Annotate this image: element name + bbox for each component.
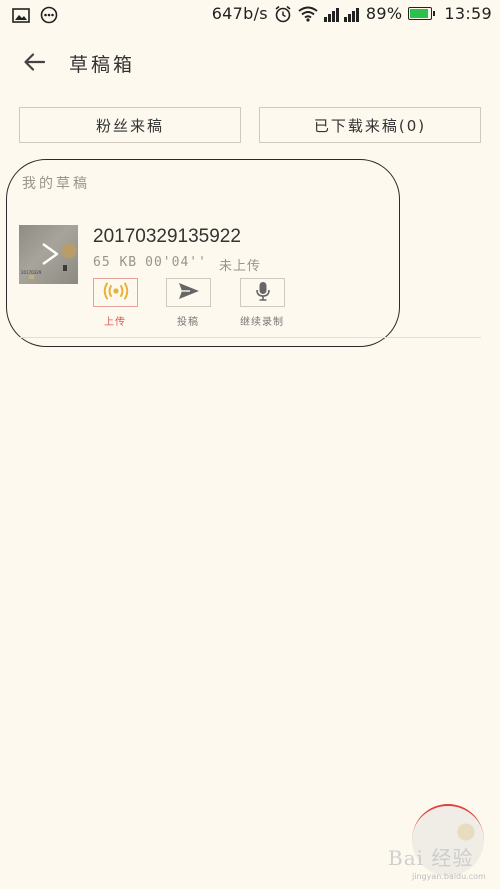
section-title-my-drafts: 我的草稿 <box>22 176 90 192</box>
thumbnail-decoration <box>29 275 34 279</box>
play-icon <box>41 242 59 270</box>
net-speed: 647b/s <box>211 4 268 23</box>
microphone-icon <box>255 281 271 305</box>
page-title: 草稿箱 <box>69 54 136 76</box>
wifi-icon <box>298 6 318 22</box>
submit-button[interactable] <box>166 278 211 307</box>
battery-percent: 89% <box>365 4 403 23</box>
tab-downloaded-submissions[interactable]: 已下载来稿(0) <box>259 107 481 143</box>
clock: 13:59 <box>444 4 492 23</box>
submit-label: 投稿 <box>177 317 199 328</box>
watermark-url: jingyan.baidu.com <box>412 872 486 881</box>
image-icon <box>12 7 30 27</box>
broadcast-icon <box>102 282 130 304</box>
thumbnail-caption: 20170329 <box>21 270 42 275</box>
battery-icon <box>408 7 436 20</box>
divider <box>19 337 481 338</box>
status-right: 647b/s 89% 13:59 <box>212 4 492 23</box>
draft-duration: 00'04'' <box>145 255 207 270</box>
header: 草稿箱 <box>0 30 500 96</box>
draft-name: 20170329135922 <box>93 226 241 247</box>
draft-thumbnail[interactable]: 20170329 <box>19 225 78 284</box>
status-left <box>12 6 58 28</box>
tab-label: 已下载来稿(0) <box>313 116 427 135</box>
tab-fan-submissions[interactable]: 粉丝来稿 <box>19 107 241 143</box>
send-icon <box>178 282 200 304</box>
thumbnail-decoration <box>63 265 67 271</box>
signal-icon <box>323 6 360 22</box>
tab-label: 粉丝来稿 <box>95 116 164 135</box>
battery-level <box>410 9 429 18</box>
upload-button[interactable] <box>93 278 138 307</box>
watermark-text: Bai 经验 <box>388 846 474 870</box>
continue-record-label: 继续录制 <box>240 317 284 328</box>
draft-meta: 65 KB 00'04'' 未上传 <box>93 255 261 274</box>
status-bar: 647b/s 89% 13:59 <box>0 0 500 30</box>
message-icon <box>40 6 58 28</box>
draft-status: 未上传 <box>218 259 261 274</box>
arrow-left-icon <box>23 53 46 75</box>
upload-label: 上传 <box>104 317 126 328</box>
alarm-icon <box>274 5 292 23</box>
continue-record-button[interactable] <box>240 278 285 307</box>
back-button[interactable] <box>20 50 48 78</box>
draft-size: 65 KB <box>93 255 138 270</box>
